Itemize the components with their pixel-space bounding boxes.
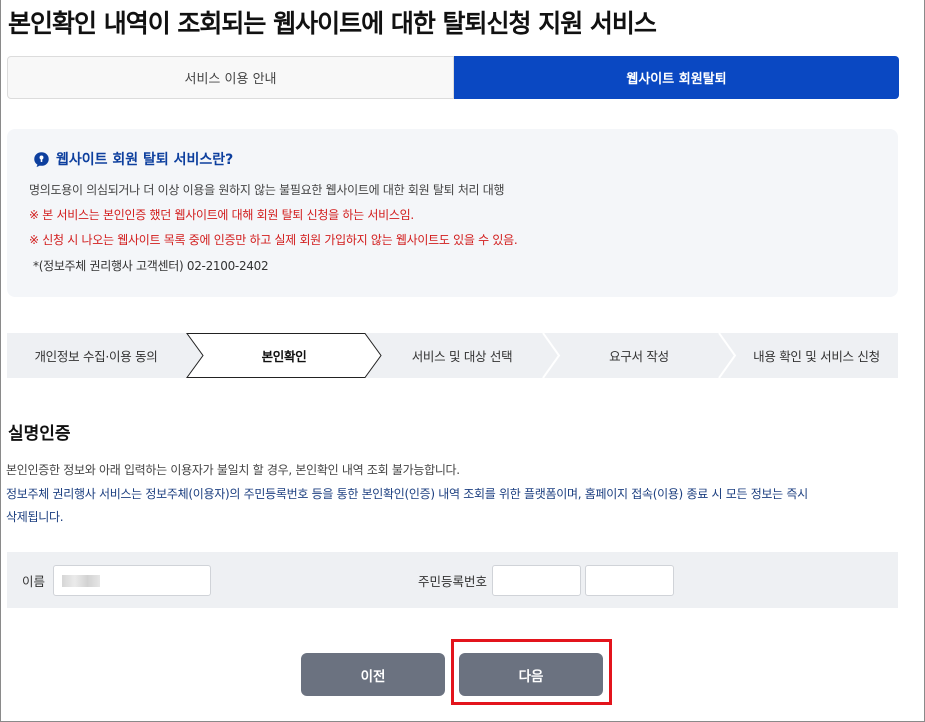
tab-website-withdrawal[interactable]: 웹사이트 회원탈퇴 xyxy=(454,56,899,99)
rrn-back-input[interactable] xyxy=(585,565,674,596)
prev-button[interactable]: 이전 xyxy=(301,653,445,696)
step-request-form: 요구서 작성 xyxy=(609,349,669,364)
step-consent: 개인정보 수집·이용 동의 xyxy=(34,349,158,364)
info-box: 웹사이트 회원 탈퇴 서비스란? 명의도용이 의심되거나 더 이상 이용을 원하… xyxy=(7,129,898,297)
section-privacy-notice: 정보주체 권리행사 서비스는 정보주체(이용자)의 주민등록번호 등을 통한 본… xyxy=(6,487,808,501)
section-privacy-notice-cont: 삭제됩니다. xyxy=(6,510,64,524)
identity-form: 이름 주민등록번호 xyxy=(7,552,898,608)
step-progress-bar: 개인정보 수집·이용 동의 본인확인 서비스 및 대상 선택 요구서 작성 내용… xyxy=(7,333,898,378)
info-warning-1: ※ 본 서비스는 본인인증 했던 웹사이트에 대해 회원 탈퇴 신청을 하는 서… xyxy=(29,208,414,222)
rrn-label: 주민등록번호 xyxy=(418,573,488,589)
tab-bar: 서비스 이용 안내 웹사이트 회원탈퇴 xyxy=(7,56,899,99)
redacted-name xyxy=(62,575,100,587)
info-contact: *(정보주체 권리행사 고객센터) 02-2100-2402 xyxy=(33,259,269,273)
step-confirm-apply: 내용 확인 및 서비스 신청 xyxy=(753,349,880,364)
section-title: 실명인증 xyxy=(8,424,71,444)
info-warning-2: ※ 신청 시 나오는 웹사이트 목록 중에 인증만 하고 실제 회원 가입하지 … xyxy=(29,233,518,247)
name-label: 이름 xyxy=(22,573,46,589)
rrn-front-input[interactable] xyxy=(492,565,581,596)
next-button-highlight xyxy=(451,639,612,705)
info-description: 명의도용이 의심되거나 더 이상 이용을 원하지 않는 불필요한 웹사이트에 대… xyxy=(29,183,505,197)
name-input[interactable] xyxy=(53,565,211,596)
tab-service-guide[interactable]: 서비스 이용 안내 xyxy=(7,56,454,99)
info-title-row: 웹사이트 회원 탈퇴 서비스란? xyxy=(33,149,233,169)
question-bubble-icon xyxy=(34,151,49,167)
step-identity-verification: 본인확인 xyxy=(261,349,307,364)
section-description: 본인인증한 정보와 아래 입력하는 이용자가 불일치 할 경우, 본인확인 내역… xyxy=(6,463,460,477)
info-title: 웹사이트 회원 탈퇴 서비스란? xyxy=(56,152,234,168)
step-service-selection: 서비스 및 대상 선택 xyxy=(411,349,513,364)
page-title: 본인확인 내역이 조회되는 웹사이트에 대한 탈퇴신청 지원 서비스 xyxy=(8,9,657,38)
